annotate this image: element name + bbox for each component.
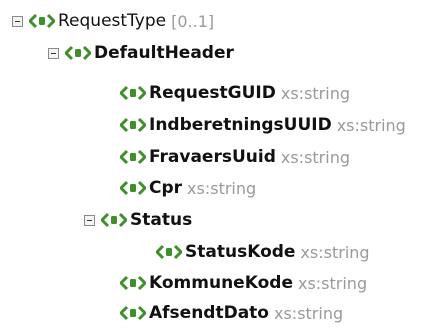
xml-element-icon — [65, 45, 91, 61]
node-name: DefaultHeader — [94, 43, 234, 63]
node-name: Cpr — [149, 178, 183, 198]
node-type: xs:string — [280, 83, 350, 103]
node-name: StatusKode — [185, 242, 296, 262]
node-cardinality: [0..1] — [171, 11, 215, 31]
node-name: AfsendtDato — [149, 303, 269, 323]
tree-node-status[interactable]: Status — [84, 205, 192, 235]
node-name: RequestType — [58, 11, 167, 31]
collapse-icon[interactable] — [48, 47, 59, 59]
tree-node-indberetningsuuid[interactable]: IndberetningsUUID xs:string — [120, 110, 406, 140]
xml-element-icon — [120, 180, 146, 196]
xml-element-icon — [120, 305, 146, 321]
xml-element-icon — [120, 149, 146, 165]
tree-node-kommunekode[interactable]: KommuneKode xs:string — [120, 268, 367, 298]
xml-element-icon — [120, 275, 146, 291]
node-type: xs:string — [274, 303, 344, 323]
xml-element-icon — [101, 212, 127, 228]
tree-node-statuskode[interactable]: StatusKode xs:string — [156, 237, 370, 267]
node-type: xs:string — [300, 242, 370, 262]
node-name: FravaersUuid — [149, 147, 276, 167]
xml-element-icon — [120, 117, 146, 133]
node-name: RequestGUID — [149, 83, 276, 103]
node-type: xs:string — [280, 147, 350, 167]
collapse-icon[interactable] — [84, 214, 95, 226]
tree-node-requestguid[interactable]: RequestGUID xs:string — [120, 78, 350, 108]
node-name: IndberetningsUUID — [149, 115, 332, 135]
xml-element-icon — [29, 13, 55, 29]
node-type: xs:string — [336, 115, 406, 135]
node-name: KommuneKode — [149, 273, 293, 293]
tree-node-fravaersuuid[interactable]: FravaersUuid xs:string — [120, 142, 350, 172]
node-name: Status — [130, 210, 193, 230]
node-type: xs:string — [297, 273, 368, 293]
node-type: xs:string — [187, 178, 257, 198]
xml-element-icon — [120, 85, 146, 101]
tree-node-requesttype[interactable]: RequestType [0..1] — [12, 6, 214, 36]
collapse-icon[interactable] — [12, 15, 23, 27]
xml-element-icon — [156, 244, 182, 260]
tree-node-defaultheader[interactable]: DefaultHeader — [48, 38, 234, 68]
tree-node-afsendtdato[interactable]: AfsendtDato xs:string — [120, 298, 343, 328]
tree-node-cpr[interactable]: Cpr xs:string — [120, 173, 256, 203]
